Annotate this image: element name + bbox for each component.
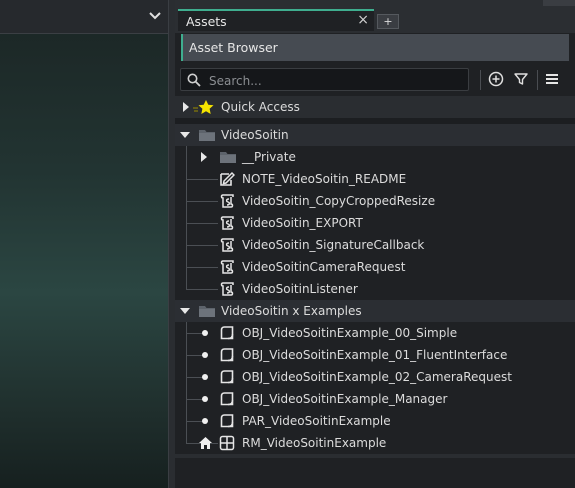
window-corner bbox=[543, 0, 575, 6]
script-icon bbox=[219, 259, 235, 275]
object-icon bbox=[219, 325, 235, 341]
filter-icon[interactable] bbox=[513, 71, 529, 87]
folder-row[interactable]: VideoSoitin bbox=[175, 124, 575, 146]
script-icon bbox=[219, 281, 235, 297]
object-icon bbox=[219, 391, 235, 407]
folder-icon bbox=[198, 128, 216, 142]
asset-label: OBJ_VideoSoitinExample_Manager bbox=[242, 392, 448, 406]
tree-connector bbox=[186, 289, 218, 290]
script-icon bbox=[219, 193, 235, 209]
script-icon bbox=[219, 237, 235, 253]
folder-row[interactable]: VideoSoitin x Examples bbox=[175, 300, 575, 322]
tab-label: Assets bbox=[186, 14, 227, 29]
folder-label: VideoSoitin x Examples bbox=[221, 304, 362, 318]
page-title: Asset Browser bbox=[189, 40, 278, 55]
tree-end bbox=[175, 454, 575, 458]
asset-label: VideoSoitinCameraRequest bbox=[242, 260, 406, 274]
hamburger-menu-icon[interactable] bbox=[544, 71, 560, 87]
assets-panel: Assets × + Asset Browser Quick Access Vid… bbox=[175, 0, 575, 488]
folder-icon bbox=[198, 304, 216, 318]
object-icon bbox=[219, 347, 235, 363]
tree-guide-line bbox=[186, 322, 187, 443]
asset-item[interactable]: OBJ_VideoSoitinExample_01_FluentInterfac… bbox=[175, 344, 575, 366]
tree-connector bbox=[186, 223, 218, 224]
asset-browser-header: Asset Browser bbox=[181, 34, 569, 61]
asset-item[interactable]: VideoSoitin_EXPORT bbox=[175, 212, 575, 234]
folder-label: VideoSoitin bbox=[221, 128, 289, 142]
object-icon bbox=[219, 413, 235, 429]
chevron-down-icon[interactable] bbox=[148, 9, 162, 26]
asset-item[interactable]: VideoSoitin_CopyCroppedResize bbox=[175, 190, 575, 212]
asset-label: NOTE_VideoSoitin_README bbox=[242, 172, 407, 186]
folder-icon bbox=[219, 150, 237, 164]
tree-connector bbox=[186, 245, 218, 246]
asset-item[interactable]: VideoSoitinCameraRequest bbox=[175, 256, 575, 278]
expand-arrow-icon[interactable] bbox=[199, 146, 209, 168]
asset-label: OBJ_VideoSoitinExample_01_FluentInterfac… bbox=[242, 348, 508, 362]
asset-label: RM_VideoSoitinExample bbox=[242, 436, 387, 450]
asset-label: __Private bbox=[242, 150, 296, 164]
script-icon bbox=[219, 215, 235, 231]
asset-toolbar bbox=[175, 62, 575, 96]
home-icon bbox=[198, 436, 213, 450]
asset-item[interactable]: OBJ_VideoSoitinExample_Manager bbox=[175, 388, 575, 410]
collapse-arrow-icon[interactable] bbox=[179, 300, 191, 322]
bullet-dot bbox=[202, 374, 208, 380]
asset-item[interactable]: OBJ_VideoSoitinExample_02_CameraRequest bbox=[175, 366, 575, 388]
asset-item[interactable]: PAR_VideoSoitinExample bbox=[175, 410, 575, 432]
asset-item[interactable]: VideoSoitin_SignatureCallback bbox=[175, 234, 575, 256]
toolbar-divider bbox=[480, 70, 481, 90]
asset-item[interactable]: VideoSoitinListener bbox=[175, 278, 575, 300]
star-icon bbox=[193, 99, 215, 115]
asset-label: VideoSoitin_CopyCroppedResize bbox=[242, 194, 436, 208]
room-viewport[interactable] bbox=[0, 0, 168, 488]
room-icon bbox=[219, 435, 235, 451]
asset-item[interactable]: __Private bbox=[175, 146, 575, 168]
asset-item[interactable]: RM_VideoSoitinExample bbox=[175, 432, 575, 454]
collapse-arrow-icon[interactable] bbox=[179, 124, 191, 146]
asset-item[interactable]: OBJ_VideoSoitinExample_00_Simple bbox=[175, 322, 575, 344]
asset-label: VideoSoitin_EXPORT bbox=[242, 216, 363, 230]
viewport-toolbar bbox=[0, 0, 168, 34]
close-icon[interactable]: × bbox=[357, 13, 369, 27]
search-input[interactable] bbox=[207, 71, 461, 90]
tab-bar: Assets × + bbox=[175, 0, 575, 33]
asset-label: VideoSoitinListener bbox=[242, 282, 358, 296]
object-icon bbox=[219, 369, 235, 385]
tree-connector bbox=[186, 267, 218, 268]
bullet-dot bbox=[202, 352, 208, 358]
quick-access-row[interactable]: Quick Access bbox=[175, 96, 575, 118]
add-tab-button[interactable]: + bbox=[377, 14, 399, 29]
toolbar-divider bbox=[537, 70, 538, 90]
search-icon bbox=[187, 73, 201, 90]
plus-circle-icon[interactable] bbox=[488, 71, 504, 87]
asset-label: VideoSoitin_SignatureCallback bbox=[242, 238, 425, 252]
bullet-dot bbox=[202, 330, 208, 336]
expand-arrow-icon[interactable] bbox=[181, 96, 191, 118]
asset-label: OBJ_VideoSoitinExample_02_CameraRequest bbox=[242, 370, 512, 384]
asset-label: PAR_VideoSoitinExample bbox=[242, 414, 391, 428]
tree-connector bbox=[186, 201, 218, 202]
tree-connector bbox=[186, 179, 218, 180]
bullet-dot bbox=[202, 396, 208, 402]
tree-guide-line bbox=[186, 146, 187, 289]
bullet-dot bbox=[202, 418, 208, 424]
tab-assets[interactable]: Assets × bbox=[178, 9, 374, 31]
asset-label: OBJ_VideoSoitinExample_00_Simple bbox=[242, 326, 458, 340]
quick-access-label: Quick Access bbox=[221, 100, 300, 114]
asset-item[interactable]: NOTE_VideoSoitin_README bbox=[175, 168, 575, 190]
note-icon bbox=[219, 171, 236, 187]
search-box bbox=[180, 68, 469, 91]
